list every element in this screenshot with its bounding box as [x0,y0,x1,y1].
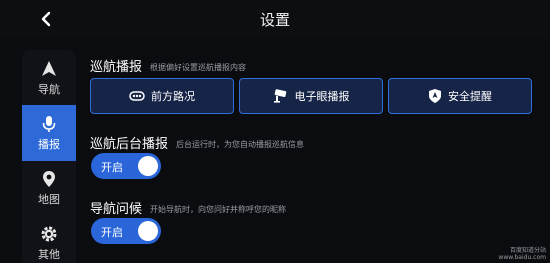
shield-icon [429,89,441,103]
toggle-label: 开启 [101,161,123,174]
page-title: 设置 [259,11,290,29]
toggle-label: 开启 [101,226,123,239]
sidebar-item-broadcast[interactable]: 播报 [22,105,76,161]
section-hint: 开始导航时，向您问好并称呼您的昵称 [150,205,287,214]
cruise-broadcast-section: 巡航播报 根据偏好设置巡航播报内容 [90,56,246,75]
microphone-icon [42,115,56,132]
option-label: 安全提醒 [448,90,492,103]
toggle-knob [138,156,158,176]
sidebar-item-label: 地图 [38,192,60,206]
section-hint: 根据偏好设置巡航播报内容 [150,63,247,72]
section-title: 巡航后台播报 [90,137,169,152]
background-broadcast-toggle[interactable]: 开启 [91,153,161,179]
map-pin-icon [43,170,55,187]
navigation-arrow-icon [42,60,56,76]
section-title: 导航问候 [90,202,143,217]
traffic-icon [129,91,145,101]
section-title: 巡航播报 [90,60,143,75]
watermark-line: 百度知道分站 [509,247,546,254]
sidebar-item-map[interactable]: 地图 [22,160,76,216]
option-label: 电子眼播报 [294,90,350,103]
nav-greeting-section: 导航问候 开始导航时，向您问好并称呼您的昵称 [90,198,286,217]
option-label: 前方路况 [151,90,195,103]
broadcast-settings-panel: 巡航播报 根据偏好设置巡航播报内容 前方路况 电子眼播报 安全提醒 巡航后台播报后… [76,38,550,263]
section-hint: 后台运行时，为您自动播报巡航信息 [176,140,305,149]
sidebar-item-other[interactable]: 其他 [22,215,76,263]
safety-reminder-button[interactable]: 安全提醒 [388,78,532,114]
sidebar-item-navigation[interactable]: 导航 [22,50,76,106]
traffic-ahead-button[interactable]: 前方路况 [90,78,234,114]
top-bar: 设置 [0,0,550,38]
watermark-line: www.baidu.com [498,254,546,261]
gear-icon [41,226,57,241]
sidebar-item-label: 播报 [38,137,60,151]
camera-icon [273,89,286,103]
settings-sidebar: 导航 播报 地图 其他 [22,50,76,263]
sidebar-item-label: 其他 [38,247,60,261]
watermark: 百度知道分站 www.baidu.com [498,247,546,261]
sidebar-item-label: 导航 [38,82,60,96]
toggle-knob [138,221,158,241]
nav-greeting-toggle[interactable]: 开启 [91,218,161,244]
speed-camera-button[interactable]: 电子眼播报 [239,78,383,114]
background-broadcast-section: 巡航后台播报 后台运行时，为您自动播报巡航信息 [90,133,304,152]
